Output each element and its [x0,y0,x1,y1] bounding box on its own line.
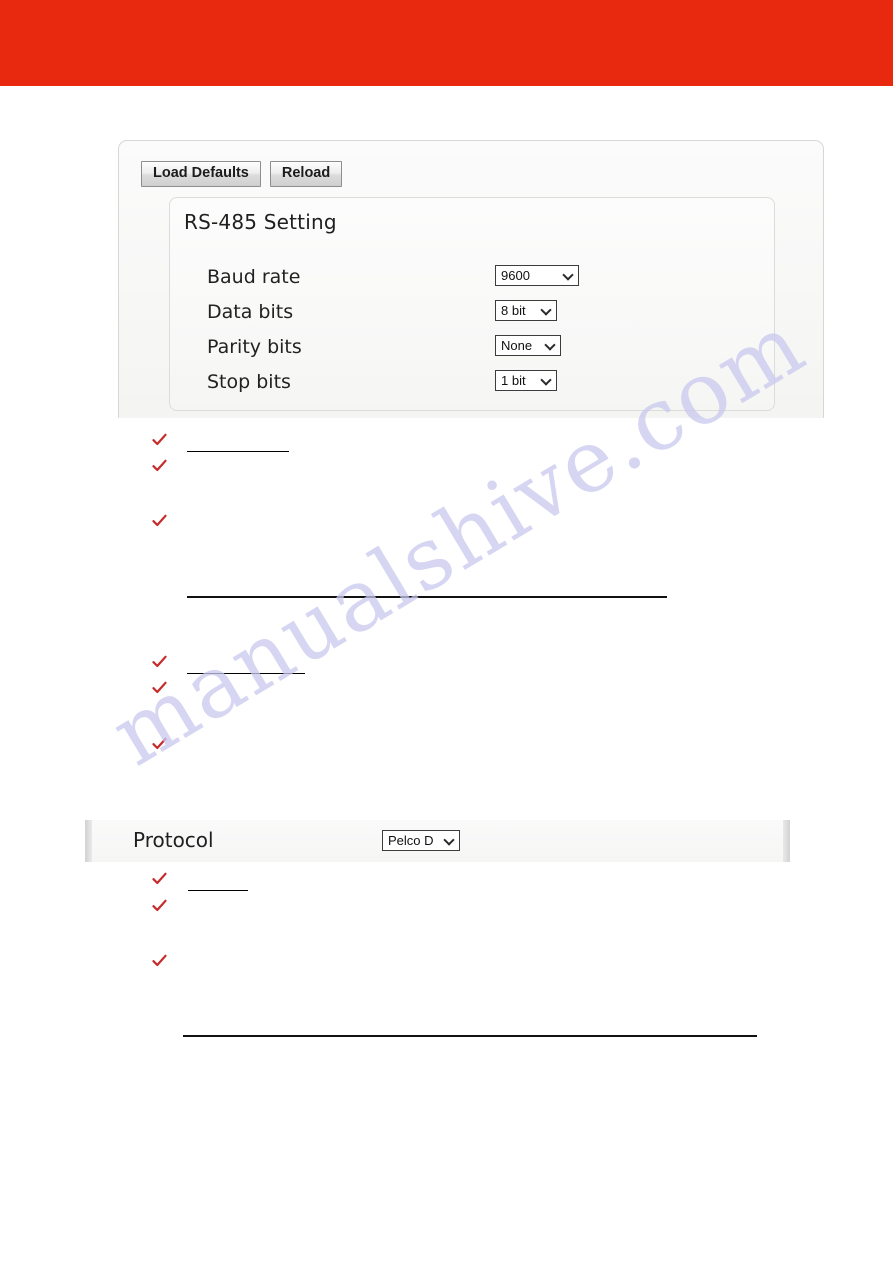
checkmark-icon [152,737,167,750]
rs485-field-list: Baud rate 9600 Data bits 8 bit Parity bi… [207,264,747,404]
rs485-section: RS-485 Setting Baud rate 9600 Data bits … [169,197,775,411]
section-title: RS-485 Setting [184,210,337,234]
field-row-baud-rate: Baud rate 9600 [207,264,747,299]
protocol-row: Protocol Pelco D [85,820,790,862]
chevron-down-icon [541,305,552,316]
stop-bits-label: Stop bits [207,371,291,393]
parity-bits-select[interactable]: None [495,335,561,356]
protocol-value: Pelco D [388,833,434,848]
stop-bits-value: 1 bit [501,373,526,388]
chevron-down-icon [444,835,455,846]
horizontal-rule [183,1035,757,1037]
data-bits-value: 8 bit [501,303,526,318]
baud-rate-value: 9600 [501,268,530,283]
protocol-select[interactable]: Pelco D [382,830,460,851]
checkmark-icon [152,681,167,694]
stop-bits-select[interactable]: 1 bit [495,370,557,391]
checkmark-icon [152,433,167,446]
horizontal-rule [187,596,667,598]
field-row-data-bits: Data bits 8 bit [207,299,747,334]
bullet-underline [187,451,289,452]
bullet-underline [187,673,305,674]
checkmark-icon [152,655,167,668]
parity-bits-label: Parity bits [207,336,302,358]
reload-button[interactable]: Reload [269,161,343,187]
checkmark-icon [152,899,167,912]
band-left-edge [85,820,92,862]
rs485-settings-panel: Load Defaults Reload RS-485 Setting Baud… [118,140,824,418]
data-bits-select[interactable]: 8 bit [495,300,557,321]
top-banner [0,0,893,86]
panel-toolbar: Load Defaults Reload [141,161,343,187]
checkmark-icon [152,954,167,967]
parity-bits-value: None [501,338,533,353]
data-bits-label: Data bits [207,301,294,323]
chevron-down-icon [563,270,574,281]
baud-rate-select[interactable]: 9600 [495,265,579,286]
field-row-parity-bits: Parity bits None [207,334,747,369]
chevron-down-icon [541,375,552,386]
band-right-edge [783,820,790,862]
field-row-stop-bits: Stop bits 1 bit [207,369,747,404]
load-defaults-button[interactable]: Load Defaults [141,161,261,187]
chevron-down-icon [545,340,556,351]
protocol-label: Protocol [133,828,214,852]
checkmark-icon [152,514,167,527]
bullet-underline [188,890,248,891]
baud-rate-label: Baud rate [207,266,301,288]
checkmark-icon [152,459,167,472]
checkmark-icon [152,872,167,885]
